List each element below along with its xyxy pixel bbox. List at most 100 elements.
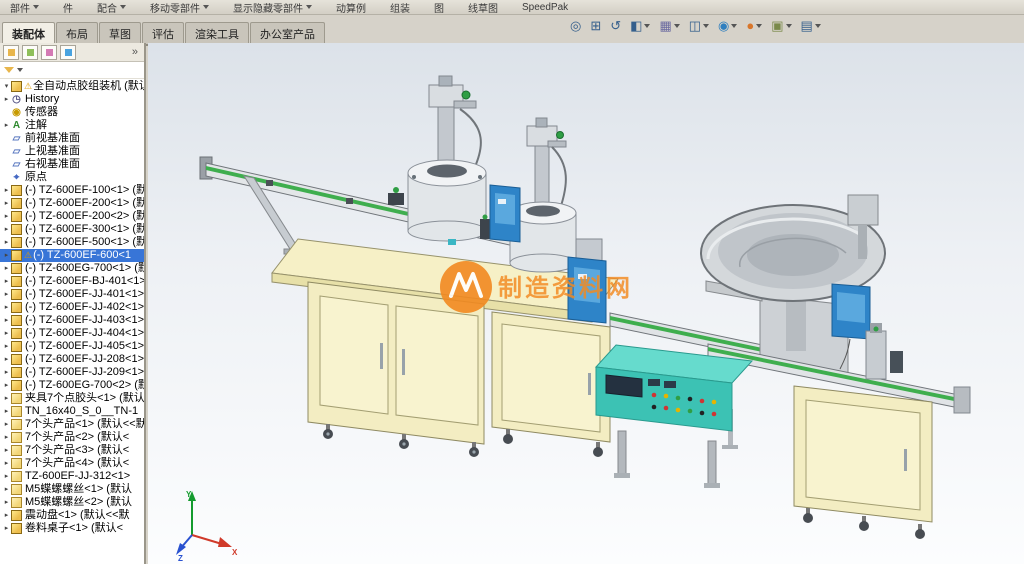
expand-arrow-icon[interactable]: ▸ (2, 301, 11, 314)
expand-arrow-icon[interactable]: ▸ (2, 483, 11, 496)
expand-arrow-icon[interactable]: ▸ (2, 210, 11, 223)
expand-arrow-icon[interactable]: ▸ (2, 509, 11, 522)
controller-box-blue-left[interactable] (490, 185, 520, 242)
featuremanager-tab-icon[interactable] (3, 45, 19, 60)
expand-arrow-icon[interactable]: ▸ (2, 340, 11, 353)
expand-arrow-icon[interactable]: ▸ (2, 431, 11, 444)
toolbar-button[interactable]: 组装 (390, 0, 410, 15)
tree-item[interactable]: ▸M5蝶螺螺丝<1> (默认 (0, 483, 144, 496)
glue-dispenser-station-left[interactable] (408, 76, 486, 241)
toolbar-button[interactable]: 件 (63, 0, 73, 15)
tree-item[interactable]: ▾⚠全自动点胶组装机 (默认< (0, 80, 144, 93)
expand-arrow-icon[interactable]: ▸ (2, 457, 11, 470)
expand-arrow-icon[interactable]: ▾ (2, 80, 11, 93)
expand-arrow-icon[interactable]: ▸ (2, 327, 11, 340)
tree-item[interactable]: ▸(-) TZ-600EG-700<1> (默 (0, 262, 144, 275)
tree-item[interactable]: ▸7个头产品<3> (默认< (0, 444, 144, 457)
right-cabinet[interactable] (794, 386, 932, 539)
expand-arrow-icon[interactable]: ▸ (2, 379, 11, 392)
expand-arrow-icon[interactable]: ▸ (2, 197, 11, 210)
expand-arrow-icon[interactable]: ▸ (2, 249, 11, 262)
graphics-viewport[interactable]: 制造资料网 Y X Z (148, 43, 1024, 564)
toolbar-button[interactable]: 动算例 (336, 0, 366, 15)
tree-item[interactable]: ▸(-) TZ-600EF-JJ-403<1> (0, 314, 144, 327)
ribbon-tab-装配体[interactable]: 装配体 (2, 22, 55, 44)
previous-view-icon[interactable]: ↺ (610, 19, 621, 32)
tree-item[interactable]: ▸M5蝶螺螺丝<2> (默认 (0, 496, 144, 509)
tree-item[interactable]: ▸(-) TZ-600EF-200<1> (默 (0, 197, 144, 210)
tree-item[interactable]: ▸(-) TZ-600EF-200<2> (默 (0, 210, 144, 223)
panel-collapse-button[interactable]: » (132, 46, 141, 58)
expand-arrow-icon[interactable]: ▸ (2, 392, 11, 405)
tree-item[interactable]: ▸7个头产品<2> (默认< (0, 431, 144, 444)
hide-show-items-icon[interactable]: ◉ (718, 19, 737, 32)
expand-arrow-icon[interactable]: ▸ (2, 353, 11, 366)
tree-item[interactable]: ▸(-) TZ-600EF-JJ-209<1> (0, 366, 144, 379)
tree-item[interactable]: ▸⚠(-) TZ-600EF-600<1 (0, 249, 144, 262)
expand-arrow-icon[interactable]: ▸ (2, 184, 11, 197)
tree-item[interactable]: ▸(-) TZ-600EG-700<2> (默 (0, 379, 144, 392)
toolbar-button[interactable]: 显示隐藏零部件 (233, 0, 312, 15)
tree-item[interactable]: ▸7个头产品<1> (默认<<默 (0, 418, 144, 431)
edit-appearance-icon[interactable]: ● (746, 19, 762, 32)
tree-item[interactable]: ▸A注解 (0, 119, 144, 132)
ribbon-tab-草图[interactable]: 草图 (99, 22, 141, 44)
tree-item[interactable]: ▱前视基准面 (0, 132, 144, 145)
view-orientation-icon[interactable]: ▦ (659, 19, 679, 32)
expand-arrow-icon[interactable]: ▸ (2, 470, 11, 483)
tree-item[interactable]: ▸(-) TZ-600EF-JJ-405<1> (0, 340, 144, 353)
filter-icon[interactable] (4, 67, 14, 73)
tree-item[interactable]: ◉传感器 (0, 106, 144, 119)
control-console[interactable] (596, 345, 752, 488)
expand-arrow-icon[interactable]: ▸ (2, 236, 11, 249)
expand-arrow-icon[interactable]: ▸ (2, 93, 11, 106)
section-view-icon[interactable]: ◧ (630, 19, 650, 32)
toolbar-button[interactable]: 配合 (97, 0, 126, 15)
expand-arrow-icon[interactable]: ▸ (2, 496, 11, 509)
tree-item[interactable]: ▸TZ-600EF-JJ-312<1> (0, 470, 144, 483)
tree-item[interactable]: ▸◷History (0, 93, 144, 106)
tree-item[interactable]: ▸(-) TZ-600EF-100<1> (默 (0, 184, 144, 197)
toolbar-button[interactable]: 图 (434, 0, 444, 15)
displaymanager-tab-icon[interactable] (60, 45, 76, 60)
expand-arrow-icon[interactable]: ▸ (2, 405, 11, 418)
expand-arrow-icon[interactable]: ▸ (2, 119, 11, 132)
expand-arrow-icon[interactable]: ▸ (2, 444, 11, 457)
ribbon-tab-渲染工具[interactable]: 渲染工具 (185, 22, 249, 44)
configurationmanager-tab-icon[interactable] (41, 45, 57, 60)
tree-item[interactable]: ▸(-) TZ-600EF-JJ-401<1> (0, 288, 144, 301)
toolbar-button[interactable]: SpeedPak (522, 2, 568, 13)
expand-arrow-icon[interactable]: ▸ (2, 366, 11, 379)
apply-scene-icon[interactable]: ▣ (771, 19, 791, 32)
toolbar-button[interactable]: 移动零部件 (150, 0, 209, 15)
tree-item[interactable]: ▸(-) TZ-600EF-JJ-208<1> (0, 353, 144, 366)
expand-arrow-icon[interactable]: ▸ (2, 522, 11, 535)
tree-item[interactable]: ▱上视基准面 (0, 145, 144, 158)
tree-item[interactable]: ▸(-) TZ-600EF-BJ-401<1> (0, 275, 144, 288)
expand-arrow-icon[interactable]: ▸ (2, 223, 11, 236)
tree-item[interactable]: ▸(-) TZ-600EF-300<1> (默 (0, 223, 144, 236)
toolbar-button[interactable]: 部件 (10, 0, 39, 15)
view-settings-icon[interactable]: ▤ (801, 19, 821, 32)
display-style-icon[interactable]: ◫ (689, 19, 709, 32)
tree-item[interactable]: ▸震动盘<1> (默认<<默 (0, 509, 144, 522)
middle-cabinet[interactable] (492, 312, 610, 457)
filter-caret-icon[interactable] (17, 68, 23, 72)
tree-item[interactable]: ⌖原点 (0, 171, 144, 184)
tree-item[interactable]: ▱右视基准面 (0, 158, 144, 171)
propertymanager-tab-icon[interactable] (22, 45, 38, 60)
ribbon-tab-办公室产品[interactable]: 办公室产品 (250, 22, 325, 44)
expand-arrow-icon[interactable]: ▸ (2, 288, 11, 301)
tree-item[interactable]: ▸7个头产品<4> (默认< (0, 457, 144, 470)
expand-arrow-icon[interactable]: ▸ (2, 314, 11, 327)
tree-item[interactable]: ▸(-) TZ-600EF-JJ-404<1> (0, 327, 144, 340)
machine-assembly-view[interactable]: 制造资料网 Y X Z (148, 43, 1024, 564)
tree-item[interactable]: ▸卷料桌子<1> (默认< (0, 522, 144, 535)
expand-arrow-icon[interactable]: ▸ (2, 275, 11, 288)
ribbon-tab-布局[interactable]: 布局 (56, 22, 98, 44)
zoom-area-icon[interactable]: ⊞ (590, 19, 601, 32)
tree-item[interactable]: ▸夹具7个点胶头<1> (默认 (0, 392, 144, 405)
ribbon-tab-评估[interactable]: 评估 (142, 22, 184, 44)
tree-item[interactable]: ▸(-) TZ-600EF-JJ-402<1> (0, 301, 144, 314)
tree-item[interactable]: ▸TN_16x40_S_0__TN-1 (0, 405, 144, 418)
